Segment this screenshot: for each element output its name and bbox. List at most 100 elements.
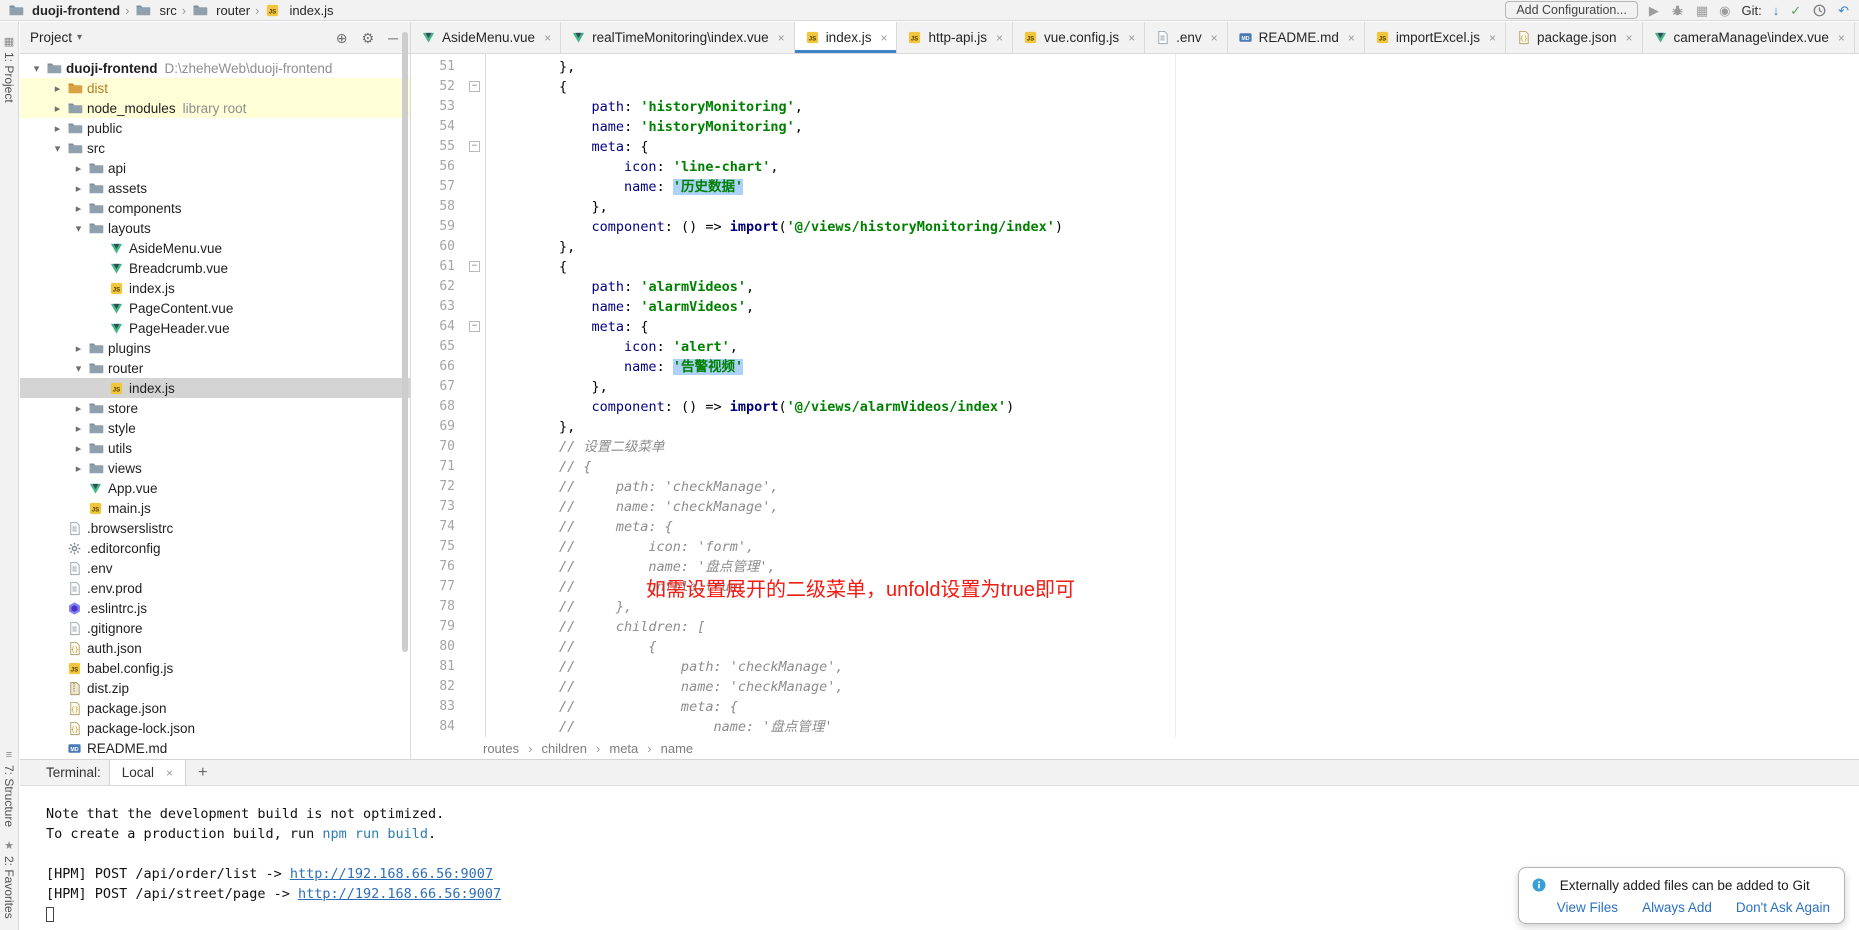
tree-row-README.md[interactable]: MDREADME.md	[20, 738, 410, 758]
tree-row-.browserslistrc[interactable]: .browserslistrc	[20, 518, 410, 538]
tree-row-dist[interactable]: ▸dist	[20, 78, 410, 98]
close-icon[interactable]: ×	[1838, 31, 1845, 45]
project-tree-scrollbar[interactable]	[402, 32, 408, 652]
breadcrumb-item-routes[interactable]: routes	[483, 741, 519, 756]
chevron-down-icon[interactable]: ▾	[70, 362, 87, 375]
fold-icon[interactable]: −	[469, 81, 480, 92]
chevron-right-icon[interactable]: ▸	[70, 202, 87, 215]
tree-row-main.js[interactable]: JSmain.js	[20, 498, 410, 518]
chevron-right-icon[interactable]: ▸	[70, 442, 87, 455]
fold-icon[interactable]: −	[469, 261, 480, 272]
settings-icon[interactable]: ⚙	[362, 31, 375, 45]
close-icon[interactable]: ×	[1348, 31, 1355, 45]
hide-icon[interactable]: ─	[388, 31, 398, 45]
notification-action-view-files[interactable]: View Files	[1557, 900, 1618, 915]
profiler-icon[interactable]: ◉	[1719, 3, 1730, 18]
tree-row-babel.config.js[interactable]: JSbabel.config.js	[20, 658, 410, 678]
locate-icon[interactable]: ⊕	[336, 31, 348, 45]
tree-row-Breadcrumb.vue[interactable]: Breadcrumb.vue	[20, 258, 410, 278]
chevron-right-icon[interactable]: ▸	[70, 422, 87, 435]
tree-row-index.js[interactable]: JSindex.js	[20, 378, 410, 398]
tree-row-.gitignore[interactable]: .gitignore	[20, 618, 410, 638]
breadcrumb-item-children[interactable]: children	[541, 741, 587, 756]
terminal-tab-local[interactable]: Local ×	[109, 760, 186, 785]
tree-row-.eslintrc.js[interactable]: .eslintrc.js	[20, 598, 410, 618]
tab-index.js[interactable]: JSindex.js×	[795, 22, 898, 53]
chevron-right-icon[interactable]: ▸	[70, 402, 87, 415]
tree-row-package-lock.json[interactable]: {}package-lock.json	[20, 718, 410, 738]
tree-row-AsideMenu.vue[interactable]: AsideMenu.vue	[20, 238, 410, 258]
tree-row-PageContent.vue[interactable]: PageContent.vue	[20, 298, 410, 318]
chevron-right-icon[interactable]: ▸	[70, 462, 87, 475]
tree-row-node_modules[interactable]: ▸node_moduleslibrary root	[20, 98, 410, 118]
tree-row-api[interactable]: ▸api	[20, 158, 410, 178]
chevron-right-icon[interactable]: ▸	[49, 122, 66, 135]
breadcrumb-item-router[interactable]: router	[188, 2, 253, 18]
tab-cameraManage\index.vue[interactable]: cameraManage\index.vue×	[1643, 22, 1855, 53]
tree-row-assets[interactable]: ▸assets	[20, 178, 410, 198]
terminal-link[interactable]: http://192.168.66.56:9007	[298, 886, 501, 902]
close-icon[interactable]: ×	[544, 31, 551, 45]
breadcrumb-item-src[interactable]: src	[131, 2, 179, 18]
tree-row-dist.zip[interactable]: dist.zip	[20, 678, 410, 698]
git-commit-icon[interactable]: ✓	[1790, 3, 1801, 18]
tree-row-duoji-frontend[interactable]: ▾duoji-frontendD:\zheheWeb\duoji-fronten…	[20, 58, 410, 78]
tree-row-components[interactable]: ▸components	[20, 198, 410, 218]
tree-row-style[interactable]: ▸style	[20, 418, 410, 438]
new-terminal-icon[interactable]: +	[198, 764, 207, 782]
notification-action-always-add[interactable]: Always Add	[1642, 900, 1712, 915]
tab-importExcel.js[interactable]: JSimportExcel.js×	[1365, 22, 1506, 53]
tab-README.md[interactable]: MDREADME.md×	[1228, 22, 1365, 53]
git-update-icon[interactable]: ↓	[1773, 3, 1780, 18]
tab-.env[interactable]: .env×	[1145, 22, 1228, 53]
tree-row-utils[interactable]: ▸utils	[20, 438, 410, 458]
git-history-icon[interactable]	[1812, 3, 1827, 18]
tree-row-src[interactable]: ▾src	[20, 138, 410, 158]
tree-row-package.json[interactable]: {}package.json	[20, 698, 410, 718]
tab-http-api.js[interactable]: JShttp-api.js×	[897, 22, 1013, 53]
close-icon[interactable]: ×	[1128, 31, 1135, 45]
breadcrumb-item-duoji-frontend[interactable]: duoji-frontend	[4, 2, 123, 18]
fold-icon[interactable]: −	[469, 321, 480, 332]
tree-row-.env[interactable]: .env	[20, 558, 410, 578]
breadcrumb-item-meta[interactable]: meta	[609, 741, 638, 756]
close-icon[interactable]: ×	[1211, 31, 1218, 45]
terminal-link[interactable]: http://192.168.66.56:9007	[290, 866, 493, 882]
code-area[interactable]: }, { path: 'historyMonitoring', name: 'h…	[486, 54, 1859, 737]
tree-row-App.vue[interactable]: App.vue	[20, 478, 410, 498]
breadcrumb-item-name[interactable]: name	[661, 741, 694, 756]
chevron-right-icon[interactable]: ▸	[49, 102, 66, 115]
run-icon[interactable]: ▶	[1649, 3, 1659, 18]
close-icon[interactable]: ×	[1489, 31, 1496, 45]
chevron-down-icon[interactable]: ▾	[49, 142, 66, 155]
close-icon[interactable]: ×	[166, 766, 173, 780]
chevron-right-icon[interactable]: ▸	[70, 342, 87, 355]
debug-icon[interactable]	[1670, 3, 1685, 18]
tab-AsideMenu.vue[interactable]: AsideMenu.vue×	[411, 22, 561, 53]
close-icon[interactable]: ×	[880, 31, 887, 45]
tool-button-project[interactable]: ▦1: Project	[2, 30, 16, 110]
tool-button-favorites[interactable]: ★2: Favorites	[2, 834, 16, 926]
tool-button-structure[interactable]: ≡7: Structure	[2, 743, 16, 834]
coverage-icon[interactable]: ▦	[1696, 3, 1708, 18]
tree-row-index.js[interactable]: JSindex.js	[20, 278, 410, 298]
tree-row-router[interactable]: ▾router	[20, 358, 410, 378]
fold-icon[interactable]: −	[469, 141, 480, 152]
chevron-down-icon[interactable]: ▾	[70, 222, 87, 235]
tree-row-views[interactable]: ▸views	[20, 458, 410, 478]
close-icon[interactable]: ×	[778, 31, 785, 45]
project-view-selector[interactable]: Project ▾	[30, 30, 82, 45]
tab-realTimeMonitoring\index.vue[interactable]: realTimeMonitoring\index.vue×	[561, 22, 795, 53]
chevron-right-icon[interactable]: ▸	[70, 162, 87, 175]
tree-row-layouts[interactable]: ▾layouts	[20, 218, 410, 238]
tab-vue.config.js[interactable]: JSvue.config.js×	[1013, 22, 1145, 53]
tree-row-.env.prod[interactable]: .env.prod	[20, 578, 410, 598]
tree-row-public[interactable]: ▸public	[20, 118, 410, 138]
editor[interactable]: 5152−535455−565758596061−626364−65666768…	[411, 54, 1859, 737]
tree-row-.editorconfig[interactable]: .editorconfig	[20, 538, 410, 558]
add-configuration-button[interactable]: Add Configuration...	[1505, 1, 1638, 19]
git-rollback-icon[interactable]: ↶	[1838, 3, 1849, 18]
tab-package.json[interactable]: {}package.json×	[1506, 22, 1643, 53]
tree-row-store[interactable]: ▸store	[20, 398, 410, 418]
chevron-right-icon[interactable]: ▸	[49, 82, 66, 95]
